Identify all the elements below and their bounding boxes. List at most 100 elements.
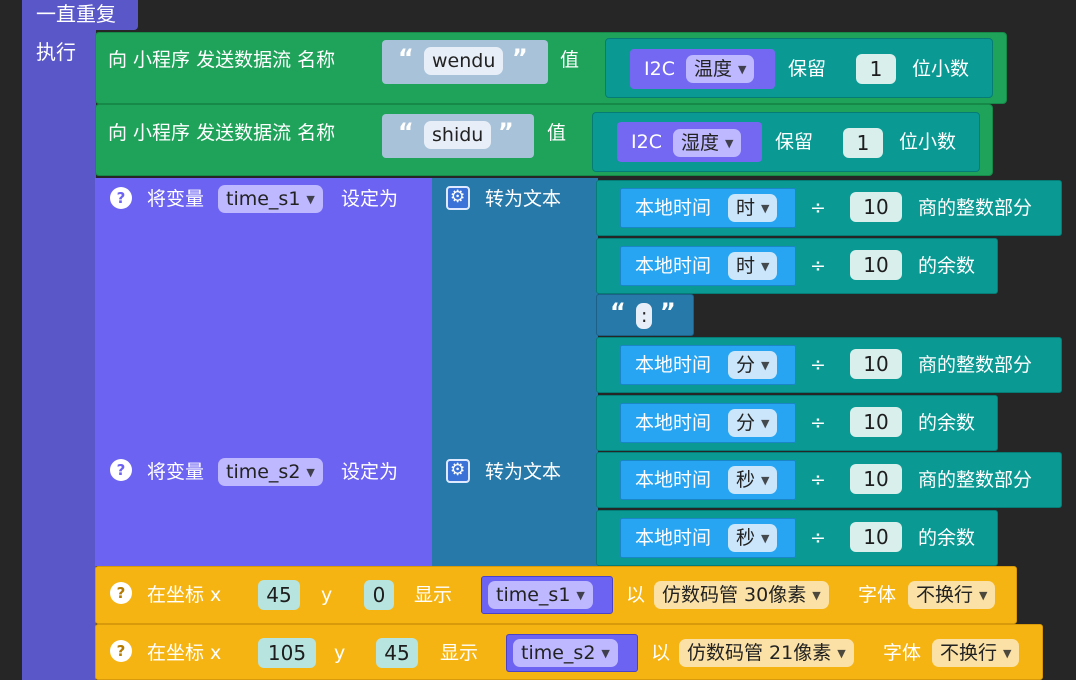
math-result-dropdown[interactable]: 的余数 bbox=[918, 257, 975, 276]
math-result-dropdown[interactable]: 商的整数部分 bbox=[918, 471, 1032, 490]
set-variable-block-1[interactable] bbox=[95, 178, 433, 450]
y-field[interactable]: 45 bbox=[376, 638, 418, 668]
x-field[interactable]: 105 bbox=[258, 638, 316, 668]
triangle-down-icon: ▼ bbox=[761, 202, 770, 215]
math-result-dropdown[interactable]: 的余数 bbox=[918, 529, 975, 548]
to-text-label: 转为文本 bbox=[485, 188, 562, 210]
font-value: 仿数码管 21像素 bbox=[687, 642, 832, 664]
math-result-dropdown[interactable]: 商的整数部分 bbox=[918, 356, 1032, 375]
math-result-dropdown[interactable]: 的余数 bbox=[918, 414, 975, 433]
suffix-label: 位小数 bbox=[912, 58, 970, 80]
decimals-field[interactable]: 1 bbox=[856, 54, 896, 84]
wrap-dropdown[interactable]: 不换行 ▼ bbox=[932, 639, 1020, 667]
wrap-dropdown[interactable]: 不换行 ▼ bbox=[908, 581, 996, 609]
show-label: 显示 bbox=[440, 642, 479, 664]
help-icon[interactable]: ? bbox=[110, 640, 132, 662]
x-field[interactable]: 45 bbox=[258, 580, 300, 610]
help-icon[interactable]: ? bbox=[110, 187, 132, 209]
variable-dropdown[interactable]: time_s2 ▼ bbox=[513, 639, 618, 667]
triangle-down-icon: ▼ bbox=[837, 647, 846, 660]
keep-label: 保留 bbox=[788, 58, 827, 80]
time-unit-dropdown[interactable]: 分 ▼ bbox=[728, 409, 778, 437]
gear-icon[interactable] bbox=[446, 459, 470, 483]
variable-dropdown[interactable]: time_s1 ▼ bbox=[488, 581, 593, 609]
triangle-down-icon: ▼ bbox=[725, 137, 734, 150]
quote-open-icon: “ bbox=[398, 118, 414, 146]
sensor-option: 温度 bbox=[694, 58, 733, 80]
to-text-label: 转为文本 bbox=[485, 461, 562, 483]
divide-icon: ÷ bbox=[810, 255, 826, 277]
send-prefix: 向 小程序 发送数据流 名称 bbox=[108, 122, 336, 144]
do-label: 执行 bbox=[36, 40, 76, 64]
with-label: 以 bbox=[651, 642, 671, 664]
forever-label: 一直重复 bbox=[36, 2, 116, 26]
divisor-field[interactable]: 10 bbox=[850, 522, 902, 552]
y-label: y bbox=[334, 642, 346, 664]
time-unit: 秒 bbox=[736, 527, 756, 549]
font-dropdown[interactable]: 仿数码管 21像素 ▼ bbox=[679, 639, 854, 667]
wrap-value: 不换行 bbox=[916, 584, 974, 606]
local-time-label: 本地时间 bbox=[635, 527, 712, 549]
time-unit-dropdown[interactable]: 时 ▼ bbox=[728, 252, 778, 280]
triangle-down-icon: ▼ bbox=[761, 417, 770, 430]
sensor-label: I2C bbox=[631, 131, 662, 153]
divisor-field[interactable]: 10 bbox=[850, 349, 902, 379]
time-unit-dropdown[interactable]: 秒 ▼ bbox=[728, 524, 778, 552]
send-prefix: 向 小程序 发送数据流 名称 bbox=[108, 49, 336, 71]
sensor-option: 湿度 bbox=[681, 132, 720, 154]
quote-close-icon: ” bbox=[512, 44, 528, 72]
triangle-down-icon: ▼ bbox=[761, 532, 770, 545]
local-time-label: 本地时间 bbox=[635, 197, 712, 219]
triangle-down-icon: ▼ bbox=[761, 474, 770, 487]
triangle-down-icon: ▼ bbox=[812, 589, 821, 602]
quote-close-icon: ” bbox=[498, 118, 514, 146]
triangle-down-icon: ▼ bbox=[601, 647, 610, 660]
time-unit: 分 bbox=[736, 354, 756, 376]
to-text-block-1[interactable] bbox=[432, 178, 598, 450]
help-icon[interactable]: ? bbox=[110, 582, 132, 604]
set-prefix: 将变量 bbox=[147, 461, 205, 483]
divisor-field[interactable]: 10 bbox=[850, 192, 902, 222]
divisor-field[interactable]: 10 bbox=[850, 250, 902, 280]
time-unit-dropdown[interactable]: 分 ▼ bbox=[728, 351, 778, 379]
set-suffix: 设定为 bbox=[341, 461, 399, 483]
stream-name-field[interactable]: shidu bbox=[424, 121, 492, 149]
font-value: 仿数码管 30像素 bbox=[662, 584, 807, 606]
sensor-label: I2C bbox=[644, 58, 675, 80]
stream-name-field[interactable]: wendu bbox=[424, 47, 504, 75]
local-time-label: 本地时间 bbox=[635, 412, 712, 434]
variable-name: time_s1 bbox=[226, 188, 301, 210]
quote-open-icon: “ bbox=[398, 44, 414, 72]
y-label: y bbox=[321, 584, 333, 606]
time-unit-dropdown[interactable]: 秒 ▼ bbox=[728, 466, 778, 494]
variable-name: time_s2 bbox=[521, 642, 596, 664]
font-label: 字体 bbox=[883, 642, 922, 664]
help-icon[interactable]: ? bbox=[110, 459, 132, 481]
local-time-label: 本地时间 bbox=[635, 255, 712, 277]
show-label: 显示 bbox=[414, 584, 453, 606]
value-label: 值 bbox=[560, 49, 580, 71]
divisor-field[interactable]: 10 bbox=[850, 464, 902, 494]
set-suffix: 设定为 bbox=[341, 188, 399, 210]
time-unit-dropdown[interactable]: 时 ▼ bbox=[728, 194, 778, 222]
triangle-down-icon: ▼ bbox=[576, 589, 585, 602]
variable-dropdown[interactable]: time_s1 ▼ bbox=[218, 185, 323, 213]
math-result-dropdown[interactable]: 商的整数部分 bbox=[918, 199, 1032, 218]
gear-icon[interactable] bbox=[446, 186, 470, 210]
triangle-down-icon: ▼ bbox=[979, 589, 988, 602]
sensor-dropdown[interactable]: 湿度 ▼ bbox=[673, 129, 742, 157]
suffix-label: 位小数 bbox=[899, 131, 957, 153]
y-field[interactable]: 0 bbox=[364, 580, 394, 610]
coord-x-label: 在坐标 x bbox=[147, 642, 222, 664]
quote-open-icon: “ bbox=[610, 298, 626, 326]
divide-icon: ÷ bbox=[810, 412, 826, 434]
sensor-dropdown[interactable]: 温度 ▼ bbox=[686, 55, 755, 83]
colon-text-field[interactable]: : bbox=[636, 303, 653, 329]
font-dropdown[interactable]: 仿数码管 30像素 ▼ bbox=[654, 581, 829, 609]
forever-spine bbox=[22, 30, 96, 680]
variable-name: time_s2 bbox=[226, 461, 301, 483]
divisor-field[interactable]: 10 bbox=[850, 407, 902, 437]
variable-dropdown[interactable]: time_s2 ▼ bbox=[218, 458, 323, 486]
triangle-down-icon: ▼ bbox=[761, 260, 770, 273]
decimals-field[interactable]: 1 bbox=[843, 128, 883, 158]
